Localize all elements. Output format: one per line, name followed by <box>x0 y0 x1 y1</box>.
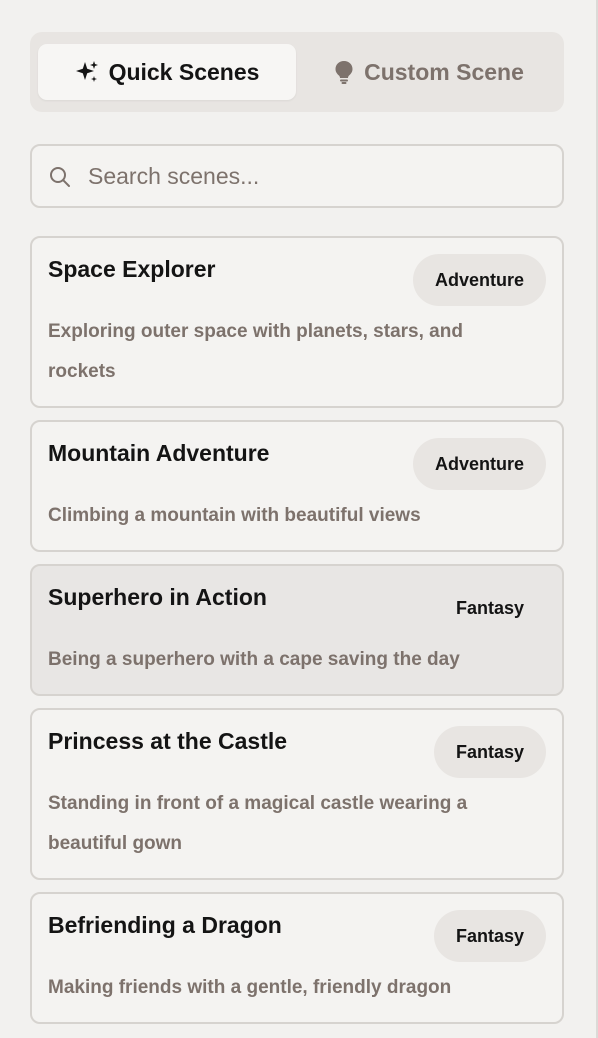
tab-quick-scenes[interactable]: Quick Scenes <box>38 44 296 100</box>
scene-category-badge: Adventure <box>412 254 546 306</box>
scene-description: Being a superhero with a cape saving the… <box>48 649 460 670</box>
scene-description: Exploring outer space with planets, star… <box>48 321 463 382</box>
search-icon <box>48 165 72 194</box>
scene-mode-tabs: Quick Scenes Custom Scene <box>30 32 564 112</box>
lightbulb-icon <box>334 60 354 84</box>
scene-category-badge: Fantasy <box>433 910 546 962</box>
scene-title: Princess at the Castle <box>48 728 288 754</box>
scene-category-badge: Fantasy <box>433 726 546 778</box>
search-input[interactable] <box>88 156 548 196</box>
scene-title: Superhero in Action <box>48 584 267 610</box>
scene-category-badge: Adventure <box>412 438 546 490</box>
search-box <box>30 144 564 208</box>
scene-card-space-explorer[interactable]: Space Explorer Adventure Exploring outer… <box>30 236 564 408</box>
scene-card-princess-at-the-castle[interactable]: Princess at the Castle Fantasy Standing … <box>30 708 564 880</box>
scene-selector-panel: Quick Scenes Custom Scene Space Explorer… <box>0 0 598 1038</box>
scene-title: Space Explorer <box>48 256 216 282</box>
sparkle-icon <box>75 60 99 84</box>
scene-title: Befriending a Dragon <box>48 912 282 938</box>
scene-card-mountain-adventure[interactable]: Mountain Adventure Adventure Climbing a … <box>30 420 564 552</box>
scene-description: Climbing a mountain with beautiful views <box>48 505 421 526</box>
scene-card-befriending-a-dragon[interactable]: Befriending a Dragon Fantasy Making frie… <box>30 892 564 1024</box>
tab-quick-scenes-label: Quick Scenes <box>108 58 260 85</box>
scene-description: Making friends with a gentle, friendly d… <box>48 977 452 998</box>
scene-card-superhero-in-action[interactable]: Superhero in Action Fantasy Being a supe… <box>30 564 564 696</box>
tab-custom-scene-label: Custom Scene <box>364 58 524 85</box>
tab-custom-scene[interactable]: Custom Scene <box>300 44 558 100</box>
scene-title: Mountain Adventure <box>48 440 270 466</box>
scene-category-badge: Fantasy <box>455 597 524 618</box>
scene-description: Standing in front of a magical castle we… <box>48 793 468 854</box>
